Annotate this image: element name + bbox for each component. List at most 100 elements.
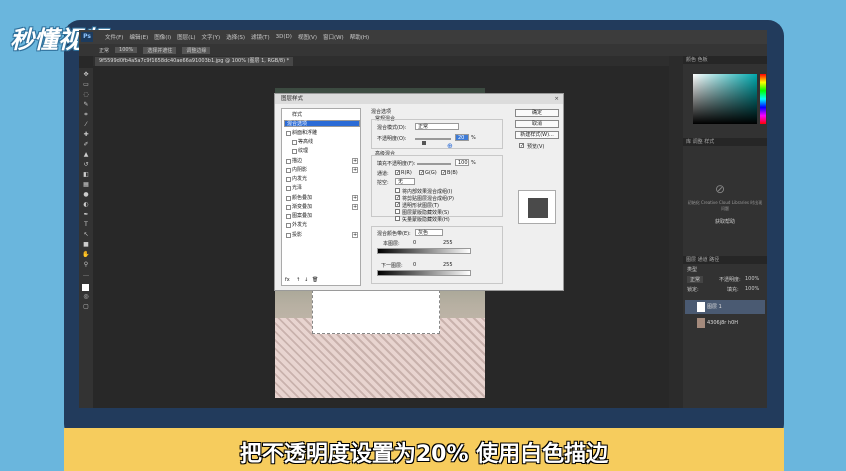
checkbox[interactable] [286,214,291,219]
below-layer-gradient[interactable] [377,270,471,276]
checkbox[interactable] [286,159,291,164]
opacity-slider-knob[interactable] [422,141,426,145]
opacity-input[interactable]: 20 [455,134,469,141]
style-list-item[interactable]: 投影 + [284,231,360,240]
checkbox[interactable] [286,131,291,136]
lasso-tool-icon[interactable]: ◌ [82,92,90,98]
fill-opacity-input[interactable]: 100 [455,159,469,166]
layer-opacity-value[interactable]: 100% [745,276,759,282]
quick-mask-icon[interactable]: ◎ [82,294,90,300]
delete-icon[interactable]: 🗑 [312,277,318,283]
crop-tool-icon[interactable]: ⌗ [82,112,90,118]
new-style-button[interactable]: 新建样式(W)... [515,131,559,139]
brush-tool-icon[interactable]: ✐ [82,142,90,148]
option-checkbox[interactable] [395,216,400,221]
layers-panel-tabs[interactable]: 图层 通道 路径 [683,256,767,264]
eraser-tool-icon[interactable]: ◧ [82,172,90,178]
libraries-tab[interactable]: 库 [686,139,691,145]
add-icon[interactable]: + [352,167,358,173]
stamp-tool-icon[interactable]: ▲ [82,152,90,158]
opacity-field[interactable]: 100% [115,47,138,53]
add-icon[interactable]: + [352,232,358,238]
paths-tab[interactable]: 路径 [709,257,719,263]
style-list-item[interactable]: 描边 + [284,157,360,166]
healing-tool-icon[interactable]: ✚ [82,132,90,138]
checkbox[interactable] [286,233,291,238]
channels-tab[interactable]: 通道 [698,257,708,263]
hand-tool-icon[interactable]: ✋ [82,252,90,258]
text-tool-icon[interactable]: T [82,222,90,228]
option-checkbox[interactable]: ✓ [395,202,400,208]
blur-tool-icon[interactable]: ● [82,192,90,198]
add-icon[interactable]: + [352,195,358,201]
style-list-item-selected[interactable]: 混合选项 [284,120,360,127]
quick-select-tool-icon[interactable]: ✎ [82,102,90,108]
style-list-item[interactable]: 渐变叠加 + [284,203,360,212]
gradient-tool-icon[interactable]: ▦ [82,182,90,188]
checkbox[interactable] [286,205,291,210]
option-checkbox[interactable] [395,188,400,193]
move-up-icon[interactable]: ↑ [296,277,300,283]
hue-slider[interactable] [760,74,766,124]
menu-item-edit[interactable]: 编辑(E) [129,33,148,41]
ok-button[interactable]: 确定 [515,109,559,117]
swatches-tab[interactable]: 色板 [698,57,708,63]
channel-r-checkbox[interactable]: ✓ [395,170,400,176]
style-list-item[interactable]: 图案叠加 [284,212,360,221]
color-tab[interactable]: 颜色 [686,57,696,63]
blend-if-select[interactable]: 灰色 [415,229,443,236]
document-tab[interactable]: 9f5599d0fb4a5a7c9f1658dc40ae66a91003b1.j… [95,57,294,66]
move-tool-icon[interactable]: ✥ [82,72,90,78]
layer-kind-filter[interactable]: 类型 [687,266,697,273]
style-list-item[interactable]: 外发光 [284,221,360,230]
more-tools-icon[interactable]: … [82,272,90,278]
adjustments-tab[interactable]: 调整 [693,139,703,145]
add-icon[interactable]: + [352,158,358,164]
style-list-item[interactable]: 斜面和浮雕 [284,129,360,138]
channel-g-checkbox[interactable]: ✓ [419,170,424,176]
foreground-color-swatch[interactable] [82,284,89,291]
style-list-item[interactable]: 样式 [284,111,360,120]
style-list-item[interactable]: 等高线 [284,138,360,147]
menu-item-filter[interactable]: 滤镜(T) [251,33,270,41]
style-list-item[interactable]: 内发光 [284,175,360,184]
this-layer-gradient[interactable] [377,248,471,254]
history-brush-icon[interactable]: ↺ [82,162,90,168]
menu-item-3d[interactable]: 3D(D) [276,34,292,40]
fx-label[interactable]: fx [285,277,290,283]
checkbox[interactable] [286,186,291,191]
dialog-close-button[interactable]: × [554,94,559,104]
add-icon[interactable]: + [352,204,358,210]
option-checkbox[interactable] [395,209,400,214]
move-down-icon[interactable]: ↓ [304,277,308,283]
select-and-mask-button[interactable]: 选择并遮住 [143,46,177,54]
opacity-slider[interactable] [415,138,451,140]
dodge-tool-icon[interactable]: ◐ [82,202,90,208]
menu-item-type[interactable]: 文字(Y) [202,33,221,41]
zoom-tool-icon[interactable]: ⚲ [82,262,90,268]
styles-tab[interactable]: 样式 [704,139,714,145]
menu-item-select[interactable]: 选择(S) [226,33,245,41]
option-checkbox[interactable]: ✓ [395,195,400,201]
pen-tool-icon[interactable]: ✒ [82,212,90,218]
refine-edge-button[interactable]: 调整边缘 [182,46,211,54]
channel-b-checkbox[interactable]: ✓ [441,170,446,176]
menu-item-view[interactable]: 视图(V) [298,33,317,41]
style-list-item[interactable]: 纹理 [284,147,360,156]
mode-select[interactable]: 正常 [99,47,109,54]
checkbox[interactable] [286,168,291,173]
style-list-item[interactable]: 颜色叠加 + [284,194,360,203]
cancel-button[interactable]: 取消 [515,120,559,128]
menu-item-image[interactable]: 图像(I) [154,33,171,41]
shape-tool-icon[interactable]: ■ [82,242,90,248]
path-select-icon[interactable]: ↖ [82,232,90,238]
checkbox[interactable] [286,223,291,228]
menu-item-help[interactable]: 帮助(H) [350,33,369,41]
eyedropper-tool-icon[interactable]: ⁄ [82,122,90,128]
checkbox[interactable] [292,140,297,145]
marquee-tool-icon[interactable]: ▭ [82,82,90,88]
layer-fill-value[interactable]: 100% [745,286,759,292]
fill-opacity-slider[interactable] [417,163,451,165]
style-list-item[interactable]: 光泽 [284,184,360,193]
menu-item-window[interactable]: 窗口(W) [323,33,344,41]
